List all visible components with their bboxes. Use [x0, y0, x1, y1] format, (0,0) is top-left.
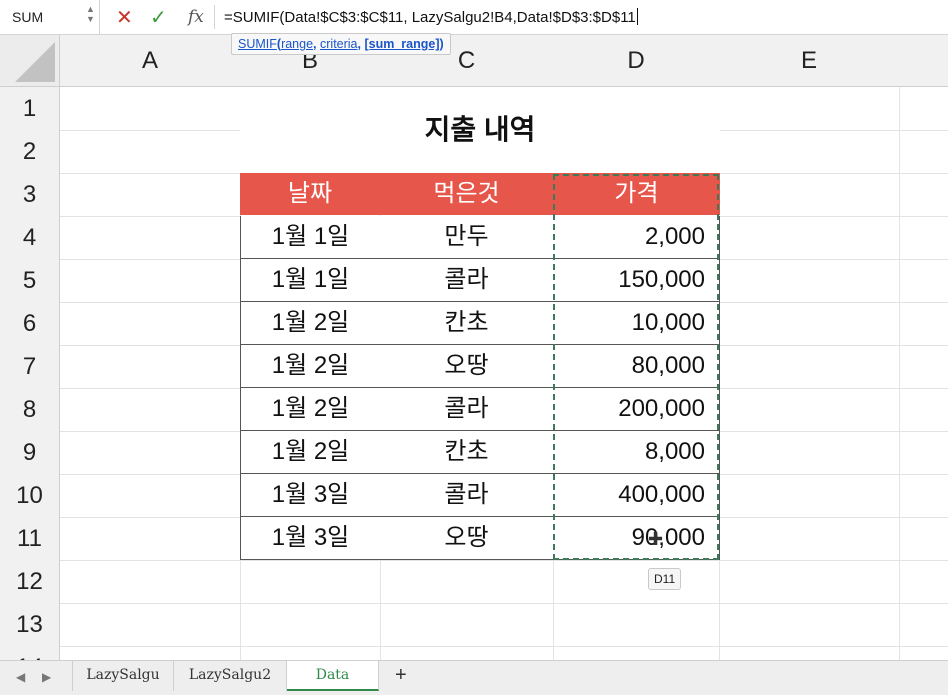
tooltip-close-paren: ): [439, 37, 444, 51]
sheet-tab-bar: ◀ ▶ LazySalgu LazySalgu2 Data +: [0, 660, 948, 695]
cell-price[interactable]: 90,000: [553, 517, 720, 560]
formula-input[interactable]: =SUMIF(Data!$C$3:$C$11, LazySalgu2!B4,Da…: [224, 8, 638, 26]
cell-date[interactable]: 1월 3일: [240, 517, 381, 560]
cell-date[interactable]: 1월 1일: [240, 216, 381, 259]
insert-function-icon[interactable]: fx: [188, 7, 204, 27]
row-header-13[interactable]: 13: [0, 603, 60, 647]
cell-date[interactable]: 1월 2일: [240, 431, 381, 474]
tab-lazysalgu[interactable]: LazySalgu: [72, 661, 174, 691]
column-header-f[interactable]: [899, 35, 948, 87]
column-header-d[interactable]: D: [553, 35, 720, 87]
row-header-2[interactable]: 2: [0, 130, 60, 174]
formula-bar: SUM ▲ ▼ ✕ ✓ fx =SUMIF(Data!$C$3:$C$11, La…: [0, 0, 948, 35]
cell-price[interactable]: 150,000: [553, 259, 720, 302]
gridline: [60, 646, 948, 647]
cell-item[interactable]: 콜라: [380, 388, 554, 431]
row-header-1[interactable]: 1: [0, 87, 60, 131]
tooltip-arg-range[interactable]: range: [281, 37, 313, 51]
cell-price[interactable]: 200,000: [553, 388, 720, 431]
row-header-7[interactable]: 7: [0, 345, 60, 389]
gridline: [60, 603, 948, 604]
function-signature-tooltip: SUMIF(range, criteria, [sum_range]): [231, 33, 451, 55]
cell-price[interactable]: 400,000: [553, 474, 720, 517]
add-sheet-button[interactable]: +: [395, 664, 407, 687]
tab-data[interactable]: Data: [287, 661, 379, 691]
row-header-10[interactable]: 10: [0, 474, 60, 518]
row-header-14[interactable]: 14: [0, 646, 60, 660]
row-header-11[interactable]: 11: [0, 517, 60, 561]
row-header-8[interactable]: 8: [0, 388, 60, 432]
cell-price[interactable]: 10,000: [553, 302, 720, 345]
cell-item[interactable]: 콜라: [380, 474, 554, 517]
cell-date[interactable]: 1월 2일: [240, 345, 381, 388]
sheet-title[interactable]: 지출 내역: [240, 87, 720, 173]
row-header-6[interactable]: 6: [0, 302, 60, 346]
row-header-5[interactable]: 5: [0, 259, 60, 303]
row-header-12[interactable]: 12: [0, 560, 60, 604]
cell-price[interactable]: 80,000: [553, 345, 720, 388]
cell-item[interactable]: 칸초: [380, 302, 554, 345]
cell-item[interactable]: 콜라: [380, 259, 554, 302]
cell-date[interactable]: 1월 2일: [240, 302, 381, 345]
row-header-3[interactable]: 3: [0, 173, 60, 217]
tooltip-arg-criteria[interactable]: criteria: [320, 37, 358, 51]
cell-price[interactable]: 8,000: [553, 431, 720, 474]
name-box[interactable]: SUM ▲ ▼: [0, 0, 100, 34]
name-box-stepper-icon[interactable]: ▲ ▼: [86, 4, 95, 24]
tooltip-arg-sum-range[interactable]: [sum_range]: [364, 37, 439, 51]
header-item[interactable]: 먹은것: [380, 173, 554, 215]
cancel-icon[interactable]: ✕: [116, 5, 133, 30]
formula-divider: [214, 5, 215, 29]
cell-date[interactable]: 1월 1일: [240, 259, 381, 302]
header-price[interactable]: 가격: [553, 173, 720, 215]
formula-text[interactable]: =SUMIF(Data!$C$3:$C$11, LazySalgu2!B4,Da…: [224, 9, 636, 26]
scroll-tabs-right-icon[interactable]: ▶: [42, 670, 51, 684]
spreadsheet-grid[interactable]: A B C D E 1 2 3 4 5 6 7 8 9 10 11 12 13 …: [0, 35, 948, 660]
cell-date[interactable]: 1월 3일: [240, 474, 381, 517]
row-header-9[interactable]: 9: [0, 431, 60, 475]
cell-item[interactable]: 오땅: [380, 345, 554, 388]
column-header-e[interactable]: E: [719, 35, 900, 87]
plus-cursor-icon: ✚: [648, 529, 664, 549]
scroll-tabs-left-icon[interactable]: ◀: [16, 670, 25, 684]
select-all-corner[interactable]: [0, 35, 60, 87]
cell-item[interactable]: 칸초: [380, 431, 554, 474]
row-header-4[interactable]: 4: [0, 216, 60, 260]
cell-date[interactable]: 1월 2일: [240, 388, 381, 431]
cell-price[interactable]: 2,000: [553, 216, 720, 259]
tooltip-separator-1: ,: [313, 37, 320, 51]
confirm-icon[interactable]: ✓: [150, 5, 167, 30]
column-header-a[interactable]: A: [60, 35, 241, 87]
cell-item[interactable]: 만두: [380, 216, 554, 259]
tooltip-function-name[interactable]: SUMIF: [238, 37, 277, 51]
gridline: [60, 560, 948, 561]
text-caret: [636, 8, 638, 25]
tab-lazysalgu2[interactable]: LazySalgu2: [174, 661, 287, 691]
cell-reference-tooltip: D11: [648, 568, 682, 590]
header-date[interactable]: 날짜: [240, 173, 381, 215]
cell-item[interactable]: 오땅: [380, 517, 554, 560]
name-box-value[interactable]: SUM: [12, 9, 43, 25]
